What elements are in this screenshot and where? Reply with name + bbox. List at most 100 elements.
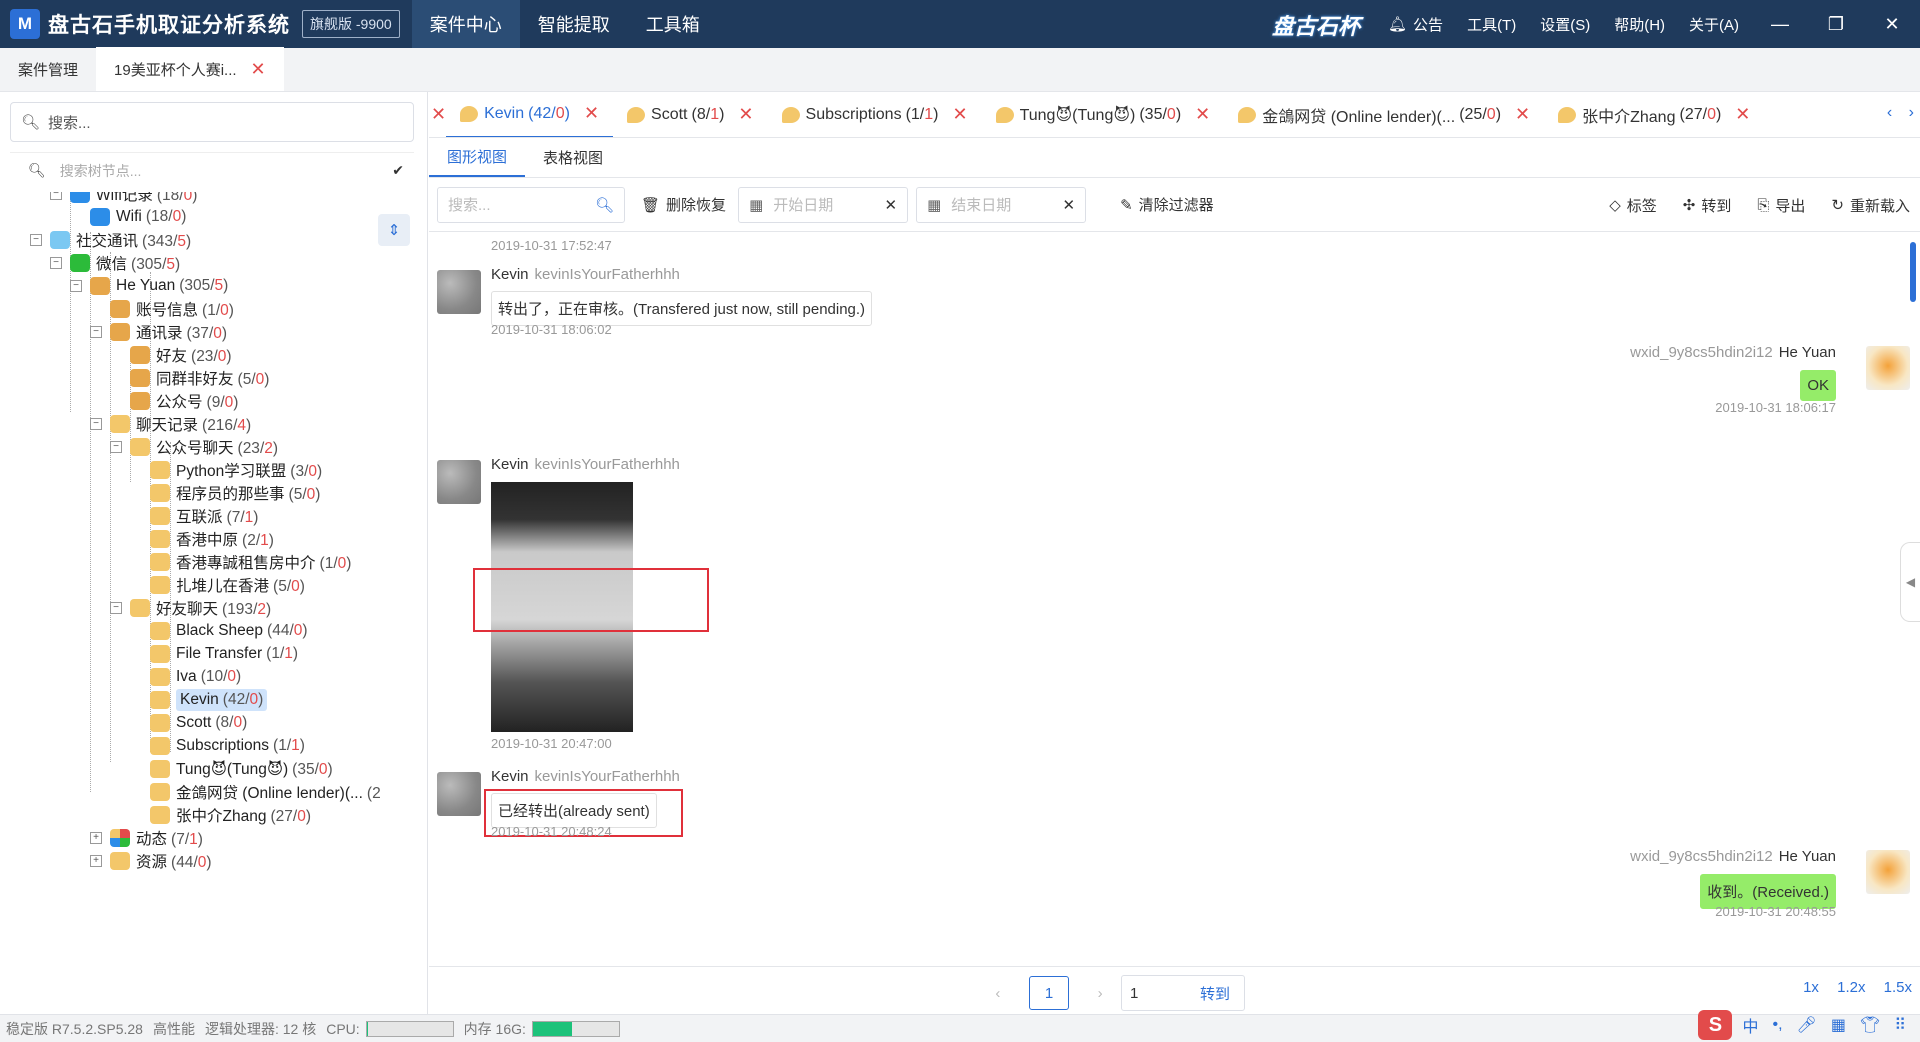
chat-icon [150,760,170,778]
punctuation-icon[interactable]: •, [1772,1016,1782,1034]
zoom-1.5x[interactable]: 1.5x [1884,979,1912,996]
tree-node-label: 好友 (23/0) [156,348,232,365]
tree-node-count: (8/0) [215,714,248,731]
collapse-node-icon[interactable]: − [110,602,122,614]
tab-case-management[interactable]: 案件管理 [0,47,96,91]
tree-node-count: (44/0) [171,854,212,871]
close-icon[interactable]: ✕ [251,59,266,80]
minimize-icon[interactable]: — [1752,0,1808,48]
global-search-input[interactable]: 🔍︎ 搜索... [10,102,414,142]
delete-restore-button[interactable]: 🗑︎ 删除恢复 [641,194,726,215]
page-current[interactable]: 1 [1028,976,1069,1010]
chat-search-input[interactable]: 搜索... 🔍︎ [437,186,625,223]
tab-case-19[interactable]: 19美亚杯个人赛i... ✕ [96,47,284,91]
chat-tab-count: (27/0) [1679,105,1722,123]
menu-help[interactable]: 帮助(H) [1614,14,1665,35]
clear-filter-icon[interactable]: ✔ [392,162,404,179]
close-icon[interactable]: ✕ [738,104,753,125]
chat-icon [110,415,130,433]
avatar[interactable] [1866,346,1910,390]
clear-filter-button[interactable]: ✎ 清除过滤器 [1120,194,1214,215]
collapse-node-icon[interactable]: − [70,280,82,292]
export-button[interactable]: ⎘ 导出 [1757,195,1805,216]
collapse-node-icon[interactable]: − [50,192,62,200]
message-bubble[interactable]: OK [1800,370,1836,401]
close-icon[interactable]: ✕ [1864,0,1920,48]
close-icon[interactable]: ✕ [1195,104,1210,125]
menu-about[interactable]: 关于(A) [1689,14,1739,35]
tree-search-input[interactable]: 🔍︎ 搜索树节点... ✔ [10,152,414,188]
chat-tab[interactable]: Tung😈(Tung😈) (35/0) ✕ [982,92,1225,137]
avatar[interactable] [437,270,481,314]
tag-button[interactable]: ◇ 标签 [1609,195,1657,216]
ime-lang[interactable]: 中 [1742,1013,1758,1037]
chat-tab[interactable]: Kevin (42/0) ✕ [446,92,614,137]
tree-guide-line [70,192,71,412]
restore-icon[interactable]: ❐ [1808,0,1864,48]
zoom-1.2x[interactable]: 1.2x [1837,979,1865,996]
page-goto-input[interactable]: 1 [1130,985,1138,1002]
collapse-all-button[interactable]: ⇕ [378,214,410,246]
collapse-node-icon[interactable]: − [30,234,42,246]
tree-node-count: (343/5) [142,233,192,250]
menu-settings[interactable]: 设置(S) [1540,14,1590,35]
chevron-right-icon[interactable]: › [1909,104,1914,121]
chat-scrollbar[interactable] [1910,242,1916,302]
chat-tab[interactable]: Scott (8/1) ✕ [613,92,767,137]
tree-node[interactable]: + 资源 (44/0) [90,847,212,875]
zoom-1x[interactable]: 1x [1803,979,1819,996]
expand-node-icon[interactable]: + [90,832,102,844]
bell-icon[interactable]: 🔔︎ [1388,15,1407,33]
side-panel-handle[interactable]: ◀ [1900,542,1920,622]
chat-tabs: ✕ Kevin (42/0) ✕ Scott (8/1) ✕ Subscriptions (1… [429,92,1920,138]
nav-case-center[interactable]: 案件中心 [411,0,520,48]
collapse-node-icon[interactable]: − [110,441,122,453]
menu-grid-icon[interactable]: ⠿ [1894,1015,1906,1035]
message-bubble[interactable]: 转出了，正在审核。(Transfered just now, still pen… [491,291,873,326]
chevron-left-icon[interactable]: ‹ [995,985,1000,1002]
chat-tab[interactable]: 张中介Zhang (27/0) ✕ [1544,92,1764,137]
close-icon[interactable]: ✕ [1735,104,1750,125]
close-icon[interactable]: ✕ [952,104,967,125]
collapse-node-icon[interactable]: − [90,326,102,338]
tree-node-label: 互联派 (7/1) [176,509,259,526]
page-goto-button[interactable]: 转到 [1200,983,1244,1004]
microphone-icon[interactable]: 🎤︎ [1797,1015,1817,1035]
tree-node-count: (3/0) [290,463,323,480]
nav-smart-extract[interactable]: 智能提取 [520,0,628,48]
tab-table-view[interactable]: 表格视图 [525,138,621,177]
chat-icon [130,438,150,456]
chat-tab[interactable]: Subscriptions (1/1) ✕ [768,92,982,137]
chat-tab[interactable]: 金鴿网贷 (Online lender)(... (25/0) ✕ [1224,92,1544,137]
tab-scroll-arrows: ‹ › [1887,104,1914,122]
chat-icon [150,806,170,824]
end-date-picker[interactable]: ▦ 结束日期 ✕ [916,186,1087,223]
tree-node-label: 社交通讯 (343/5) [76,233,192,250]
avatar[interactable] [437,772,481,816]
memory-usage-fill [532,1021,572,1036]
nav-toolbox[interactable]: 工具箱 [628,0,718,48]
close-icon[interactable]: ✕ [431,104,446,125]
tab-graphic-view[interactable]: 图形视图 [429,138,526,177]
top-nav: 案件中心 智能提取 工具箱 [411,0,718,48]
collapse-node-icon[interactable]: − [90,418,102,430]
expand-node-icon[interactable]: + [90,855,102,867]
menu-notice[interactable]: 公告 [1413,14,1443,35]
collapse-node-icon[interactable]: − [50,257,62,269]
ime-logo[interactable]: S [1698,1010,1733,1040]
chevron-left-icon[interactable]: ‹ [1887,104,1892,121]
avatar[interactable] [437,460,481,504]
start-date-picker[interactable]: ▦ 开始日期 ✕ [738,186,909,223]
reload-button[interactable]: ↻ 重新载入 [1831,195,1910,216]
clear-icon[interactable]: ✕ [1062,196,1075,214]
keyboard-icon[interactable]: ▦ [1831,1015,1846,1035]
chevron-right-icon[interactable]: › [1098,985,1103,1002]
avatar[interactable] [1866,850,1910,894]
contacts-icon [130,392,150,410]
close-icon[interactable]: ✕ [584,103,599,124]
close-icon[interactable]: ✕ [1515,104,1530,125]
clear-icon[interactable]: ✕ [884,196,897,214]
skin-icon[interactable]: 👕︎ [1860,1015,1880,1035]
goto-button[interactable]: ✣ 转到 [1683,195,1732,216]
menu-tools[interactable]: 工具(T) [1467,14,1516,35]
